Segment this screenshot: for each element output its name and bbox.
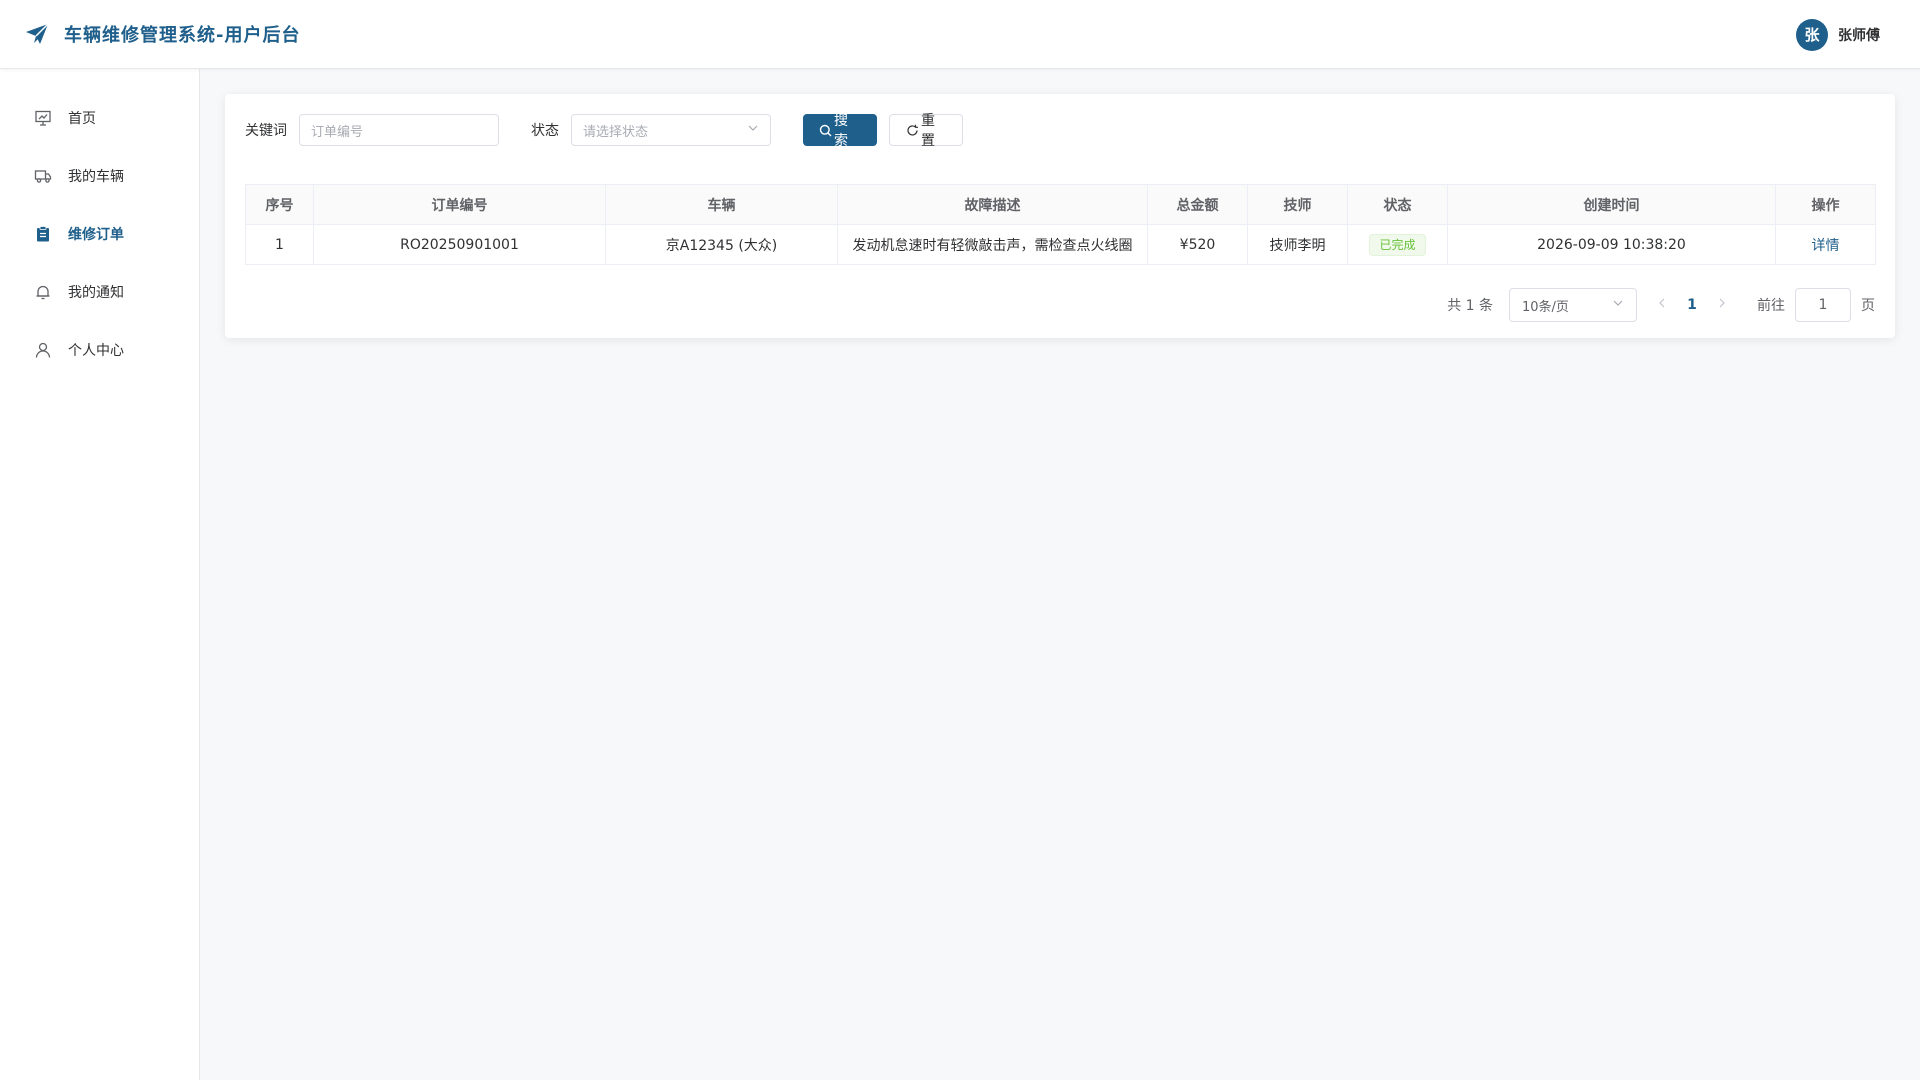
sidebar-item-label: 首页 [68, 111, 96, 127]
sidebar-item-repair-orders[interactable]: 维修订单 [0, 205, 199, 263]
orders-card: 关键词 订单编号 状态 请选择状态 搜索 重置 序号 订单编号 车辆 故障描述 … [225, 94, 1895, 338]
cell-status: 已完成 [1347, 224, 1448, 265]
col-header: 故障描述 [837, 184, 1148, 225]
sidebar-menu: 首页 我的车辆 维修订单 我的通知 个人中心 [0, 69, 199, 379]
search-button-label: 搜索 [834, 113, 848, 149]
search-button[interactable]: 搜索 [803, 113, 877, 149]
page-size-value: 10条/页 [1522, 299, 1569, 315]
top-header: 车辆维修管理系统-用户后台 张 张师傅 [0, 0, 1920, 69]
reset-button[interactable]: 重置 [889, 113, 963, 149]
presentation-board-icon [34, 109, 52, 127]
cell-vehicle: 京A12345 (大众) [605, 224, 838, 265]
goto-page-input[interactable]: 1 [1795, 288, 1851, 322]
table-row: 1 RO20250901001 京A12345 (大众) 发动机怠速时有轻微敲击… [245, 224, 1876, 265]
detail-link[interactable]: 详情 [1812, 238, 1840, 254]
sidebar-item-label: 我的车辆 [68, 169, 124, 185]
cell-technician: 技师李明 [1247, 224, 1348, 265]
goto-label: 前往 [1757, 298, 1785, 314]
cell-order-no: RO20250901001 [313, 224, 606, 265]
sidebar-item-label: 个人中心 [68, 343, 124, 359]
truck-icon [34, 167, 52, 185]
chevron-down-icon [1612, 297, 1624, 313]
user-name[interactable]: 张师傅 [1838, 25, 1880, 45]
keyword-label: 关键词 [245, 123, 287, 139]
cell-amount: ¥520 [1147, 224, 1248, 265]
pagination-total: 共 1 条 [1447, 298, 1493, 314]
col-header: 技师 [1247, 184, 1348, 225]
col-header: 订单编号 [313, 184, 606, 225]
reset-button-label: 重置 [921, 113, 935, 149]
col-header: 车辆 [605, 184, 838, 225]
prev-page-button[interactable] [1647, 297, 1677, 313]
keyword-placeholder: 订单编号 [311, 124, 364, 140]
chevron-left-icon [1659, 298, 1665, 308]
sidebar-item-profile[interactable]: 个人中心 [0, 321, 199, 379]
sidebar-item-label: 我的通知 [68, 285, 124, 301]
col-header: 序号 [245, 184, 314, 225]
page-number-button[interactable]: 1 [1677, 297, 1707, 313]
orders-table: 序号 订单编号 车辆 故障描述 总金额 技师 状态 创建时间 操作 1 RO20 [245, 184, 1876, 265]
bell-icon [34, 283, 52, 301]
keyword-input[interactable]: 订单编号 [299, 114, 499, 146]
avatar[interactable]: 张 [1796, 18, 1828, 51]
chevron-right-icon [1719, 298, 1725, 308]
sidebar-item-home[interactable]: 首页 [0, 89, 199, 147]
sidebar: 首页 我的车辆 维修订单 我的通知 个人中心 [0, 69, 200, 1080]
clipboard-icon [34, 225, 52, 243]
page-size-select[interactable]: 10条/页 [1509, 288, 1637, 322]
status-badge: 已完成 [1369, 233, 1426, 256]
chevron-down-icon [747, 122, 759, 138]
user-icon [34, 341, 52, 359]
user-menu[interactable]: 张 张师傅 [1796, 0, 1880, 69]
sidebar-item-label: 维修订单 [68, 227, 124, 243]
main-content: 关键词 订单编号 状态 请选择状态 搜索 重置 序号 订单编号 车辆 故障描述 … [200, 69, 1920, 1080]
col-header: 创建时间 [1447, 184, 1776, 225]
filter-bar: 关键词 订单编号 状态 请选择状态 搜索 重置 [245, 113, 963, 149]
col-header: 状态 [1347, 184, 1448, 225]
pagination: 共 1 条 10条/页 1 前往 1 页 [1447, 288, 1875, 322]
status-label: 状态 [531, 123, 559, 139]
cell-fault: 发动机怠速时有轻微敲击声，需检查点火线圈 [837, 224, 1148, 265]
brand[interactable]: 车辆维修管理系统-用户后台 [24, 21, 300, 47]
cell-index: 1 [245, 224, 314, 265]
col-header: 总金额 [1147, 184, 1248, 225]
sidebar-item-my-vehicles[interactable]: 我的车辆 [0, 147, 199, 205]
search-icon [819, 124, 832, 137]
next-page-button[interactable] [1707, 297, 1737, 313]
goto-unit: 页 [1861, 298, 1875, 314]
refresh-icon [906, 124, 919, 137]
status-placeholder: 请选择状态 [583, 124, 649, 140]
col-header: 操作 [1775, 184, 1876, 225]
cell-created-at: 2026-09-09 10:38:20 [1447, 224, 1776, 265]
cell-action: 详情 [1775, 224, 1876, 265]
app-title: 车辆维修管理系统-用户后台 [64, 25, 301, 46]
status-select[interactable]: 请选择状态 [571, 114, 771, 146]
paper-plane-icon [24, 21, 50, 47]
sidebar-item-notifications[interactable]: 我的通知 [0, 263, 199, 321]
table-header-row: 序号 订单编号 车辆 故障描述 总金额 技师 状态 创建时间 操作 [245, 184, 1876, 225]
